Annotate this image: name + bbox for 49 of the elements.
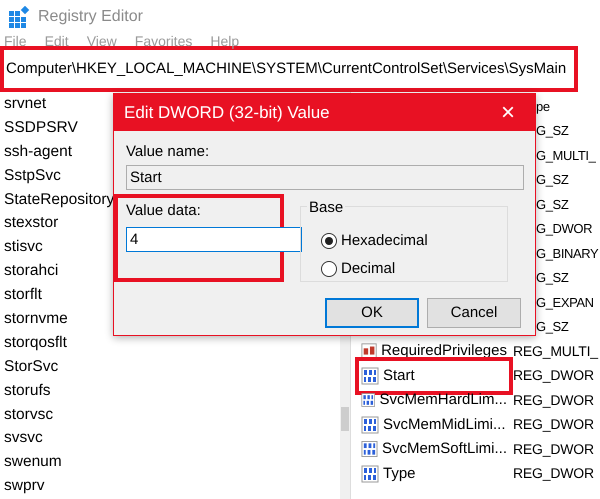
value-type: G_BINARY — [536, 244, 598, 263]
value-type: REG_DWOR — [512, 464, 594, 484]
column-header[interactable]: pe — [536, 96, 550, 116]
value-name-text: Start — [383, 366, 415, 386]
value-name-text: RequiredPrivileges — [381, 341, 507, 361]
value-name-text: Type — [383, 464, 416, 484]
radio-label: Hexadecimal — [341, 230, 428, 251]
radio-label: Decimal — [341, 258, 396, 279]
radio-button[interactable] — [321, 233, 337, 249]
binary-value-icon — [361, 391, 376, 410]
tree-item[interactable]: storvsc — [0, 402, 340, 426]
scrollbar-thumb[interactable] — [341, 407, 349, 431]
value-type: REG_DWOR — [512, 366, 594, 386]
binary-value-icon — [361, 464, 379, 483]
value-type: G_SZ — [536, 318, 568, 336]
value-name-text: SvcMemMidLimi... — [383, 414, 506, 434]
binary-value-icon — [361, 440, 378, 458]
dialog-button[interactable]: Cancel — [427, 298, 521, 328]
window-title: Registry Editor — [38, 7, 143, 27]
value-type: G_SZ — [536, 171, 568, 189]
binary-value-icon — [361, 366, 379, 385]
value-data-label: Value data: — [126, 201, 202, 221]
binary-value-icon — [361, 416, 379, 434]
close-button[interactable]: × — [490, 94, 525, 130]
value-type: G_SZ — [536, 269, 568, 287]
value-type: G_MULTI_ — [536, 146, 596, 165]
tree-item[interactable]: svsvc — [0, 426, 340, 450]
value-type: REG_DWOR — [512, 440, 594, 459]
value-type: REG_DWOR — [512, 415, 594, 434]
dialog-button[interactable]: OK — [325, 298, 419, 328]
value-type: G_SZ — [536, 196, 568, 214]
value-data-field[interactable]: 4 — [126, 226, 302, 252]
address-bar[interactable]: Computer\HKEY_LOCAL_MACHINE\SYSTEM\CurrentControlSet\Services\SysMain — [0, 46, 578, 92]
tree-item[interactable]: swenum — [0, 450, 340, 474]
value-name-field[interactable]: Start — [126, 165, 524, 190]
tree-item[interactable]: swprv — [0, 474, 340, 498]
radio-button[interactable] — [321, 261, 337, 277]
value-type: G_EXPAN — [536, 294, 594, 312]
registry-icon — [8, 6, 30, 28]
value-type: REG_DWOR — [512, 390, 594, 410]
tree-item[interactable]: storufs — [0, 378, 340, 403]
tree-item[interactable]: StorSvc — [0, 354, 340, 379]
value-type: G_SZ — [536, 122, 568, 140]
value-name-text: SvcMemSoftLimi... — [382, 439, 507, 459]
dialog-title: Edit DWORD (32-bit) Value — [124, 102, 330, 124]
value-name-label: Value name: — [126, 142, 210, 161]
value-name-text: SvcMemHardLim... — [379, 390, 507, 410]
value-type: G_DWOR — [536, 220, 592, 238]
value-type: REG_MULTI_ — [512, 342, 598, 361]
